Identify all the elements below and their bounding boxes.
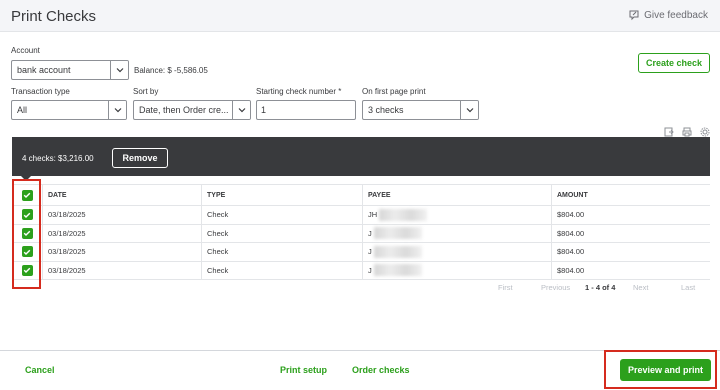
first-page-print-select[interactable]: 3 checks — [362, 100, 479, 120]
export-icon[interactable] — [664, 127, 674, 137]
account-value: bank account — [17, 65, 71, 75]
row-select-cell — [12, 262, 42, 280]
row-checkbox[interactable] — [21, 227, 33, 239]
table-row[interactable]: 03/18/2025 Check J $804.00 — [12, 243, 710, 262]
transaction-type-select[interactable]: All — [11, 100, 127, 120]
table-row[interactable]: 03/18/2025 Check J $804.00 — [12, 224, 710, 243]
account-balance: Balance: $ -5,586.05 — [134, 66, 208, 75]
pagination-first[interactable]: First — [498, 283, 513, 292]
row-select-cell — [12, 225, 42, 243]
feedback-icon — [629, 10, 639, 21]
redacted-payee — [379, 208, 428, 221]
row-payee-cell: J — [362, 261, 551, 279]
remove-button[interactable]: Remove — [112, 148, 168, 168]
select-all-cell — [12, 185, 42, 205]
redacted-payee — [373, 245, 422, 258]
row-select-cell — [12, 206, 42, 224]
pagination-previous[interactable]: Previous — [541, 283, 570, 292]
account-select[interactable]: bank account — [11, 60, 129, 80]
redacted-payee — [373, 227, 422, 240]
row-date: 03/18/2025 — [42, 224, 201, 242]
selection-summary: 4 checks: $3,216.00 — [22, 154, 94, 163]
row-payee-cell: J — [362, 243, 551, 261]
gear-icon[interactable] — [700, 127, 710, 137]
order-checks-link[interactable]: Order checks — [352, 365, 410, 375]
sort-by-value: Date, then Order cre... — [139, 105, 229, 115]
row-date: 03/18/2025 — [42, 243, 201, 261]
sort-by-select[interactable]: Date, then Order cre... — [133, 100, 251, 120]
column-header-type[interactable]: TYPE — [201, 185, 362, 205]
print-setup-link[interactable]: Print setup — [280, 365, 327, 375]
chevron-down-icon — [108, 101, 126, 119]
checkmark-icon — [23, 192, 31, 198]
row-amount: $804.00 — [551, 206, 710, 224]
selection-bar-caret — [21, 176, 31, 181]
checkmark-icon — [23, 249, 31, 255]
table-row[interactable]: 03/18/2025 Check JH $804.00 — [12, 206, 710, 225]
preview-and-print-button[interactable]: Preview and print — [620, 359, 711, 381]
row-payee-cell: J — [362, 224, 551, 242]
row-select-cell — [12, 243, 42, 261]
row-amount: $804.00 — [551, 261, 710, 279]
row-type: Check — [201, 243, 362, 261]
row-type: Check — [201, 206, 362, 224]
row-payee: J — [368, 228, 372, 238]
row-checkbox[interactable] — [21, 246, 33, 258]
row-amount: $804.00 — [551, 243, 710, 261]
row-date: 03/18/2025 — [42, 261, 201, 279]
row-payee: J — [368, 265, 372, 275]
chevron-down-icon — [460, 101, 478, 119]
starting-check-number-label: Starting check number * — [256, 87, 342, 96]
chevron-down-icon — [232, 101, 250, 119]
table-header-row: DATE TYPE PAYEE AMOUNT — [12, 184, 710, 206]
checks-table: DATE TYPE PAYEE AMOUNT 03/18/2025 Check … — [12, 184, 710, 280]
row-checkbox[interactable] — [21, 209, 33, 221]
selection-bar: 4 checks: $3,216.00 Remove — [12, 137, 710, 176]
checkmark-icon — [23, 212, 31, 218]
redacted-payee — [373, 264, 422, 277]
page-title: Print Checks — [11, 8, 97, 25]
starting-check-number-input[interactable]: 1 — [256, 100, 356, 120]
pagination-last[interactable]: Last — [681, 283, 695, 292]
transaction-type-value: All — [17, 105, 28, 115]
table-row[interactable]: 03/18/2025 Check J $804.00 — [12, 261, 710, 280]
row-type: Check — [201, 261, 362, 279]
dialog-header: Print Checks Give feedback — [0, 0, 720, 32]
create-check-button[interactable]: Create check — [638, 53, 710, 73]
column-header-amount[interactable]: AMOUNT — [551, 185, 710, 205]
give-feedback-link[interactable]: Give feedback — [628, 9, 708, 21]
row-date: 03/18/2025 — [42, 206, 201, 224]
row-type: Check — [201, 224, 362, 242]
column-header-payee[interactable]: PAYEE — [362, 185, 551, 205]
row-payee: J — [368, 247, 372, 257]
checkmark-icon — [23, 230, 31, 237]
cancel-button[interactable]: Cancel — [25, 365, 55, 375]
pagination-next[interactable]: Next — [633, 283, 648, 292]
account-label: Account — [11, 46, 40, 55]
transaction-type-label: Transaction type — [11, 87, 70, 96]
column-header-date[interactable]: DATE — [42, 185, 201, 205]
row-amount: $804.00 — [551, 224, 710, 242]
row-checkbox[interactable] — [21, 264, 33, 276]
row-payee: JH — [368, 210, 378, 220]
table-tools — [664, 127, 710, 137]
print-icon[interactable] — [682, 127, 692, 137]
row-payee-cell: JH — [362, 206, 551, 224]
select-all-checkbox[interactable] — [21, 189, 33, 201]
checkmark-icon — [23, 267, 31, 274]
first-page-print-label: On first page print — [362, 87, 426, 96]
chevron-down-icon — [110, 61, 128, 79]
first-page-print-value: 3 checks — [368, 105, 404, 115]
sort-by-label: Sort by — [133, 87, 159, 96]
pagination-range: 1 - 4 of 4 — [585, 283, 616, 292]
feedback-label: Give feedback — [644, 9, 708, 21]
